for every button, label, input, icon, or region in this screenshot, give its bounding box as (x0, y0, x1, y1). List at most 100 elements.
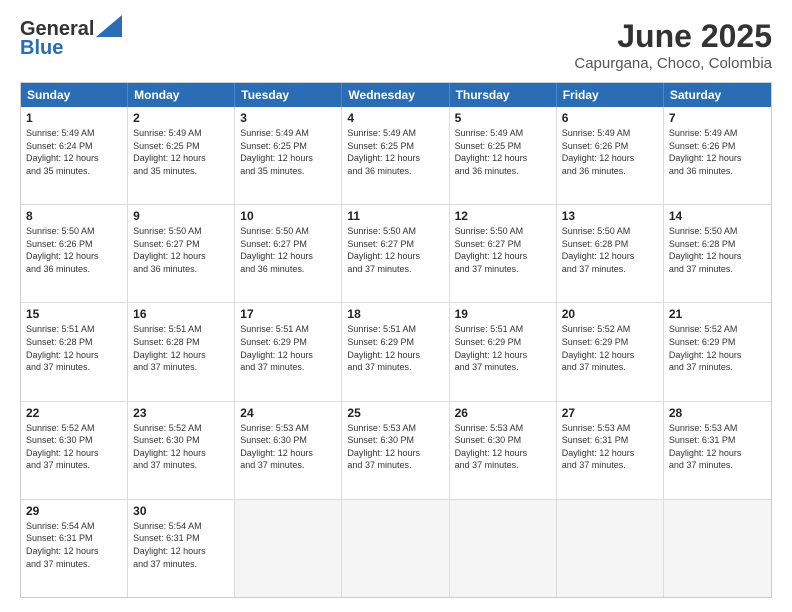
cell-content: Sunrise: 5:49 AMSunset: 6:26 PMDaylight:… (562, 128, 635, 176)
subtitle: Capurgana, Choco, Colombia (574, 55, 772, 72)
cell-content: Sunrise: 5:51 AMSunset: 6:29 PMDaylight:… (455, 324, 528, 372)
calendar-body: 1 Sunrise: 5:49 AMSunset: 6:24 PMDaylight… (21, 107, 771, 597)
day-number: 23 (133, 406, 229, 420)
table-row: 6 Sunrise: 5:49 AMSunset: 6:26 PMDaylight… (557, 107, 664, 204)
table-row: 3 Sunrise: 5:49 AMSunset: 6:25 PMDaylight… (235, 107, 342, 204)
table-row (664, 500, 771, 597)
day-number: 16 (133, 307, 229, 321)
cell-content: Sunrise: 5:49 AMSunset: 6:25 PMDaylight:… (347, 128, 420, 176)
table-row: 11 Sunrise: 5:50 AMSunset: 6:27 PMDayligh… (342, 205, 449, 302)
day-number: 14 (669, 209, 766, 223)
page-header: General Blue June 2025 Capurgana, Choco,… (20, 18, 772, 72)
cell-content: Sunrise: 5:52 AMSunset: 6:30 PMDaylight:… (133, 423, 206, 471)
day-number: 15 (26, 307, 122, 321)
cell-content: Sunrise: 5:53 AMSunset: 6:31 PMDaylight:… (669, 423, 742, 471)
table-row: 27Sunrise: 5:53 AMSunset: 6:31 PMDayligh… (557, 402, 664, 499)
cell-content: Sunrise: 5:54 AMSunset: 6:31 PMDaylight:… (133, 521, 206, 569)
day-number: 17 (240, 307, 336, 321)
day-number: 24 (240, 406, 336, 420)
cell-content: Sunrise: 5:50 AMSunset: 6:28 PMDaylight:… (562, 226, 635, 274)
cell-content: Sunrise: 5:50 AMSunset: 6:27 PMDaylight:… (455, 226, 528, 274)
cell-content: Sunrise: 5:50 AMSunset: 6:27 PMDaylight:… (347, 226, 420, 274)
day-number: 1 (26, 111, 122, 125)
day-number: 12 (455, 209, 551, 223)
cell-content: Sunrise: 5:49 AMSunset: 6:24 PMDaylight:… (26, 128, 99, 176)
day-number: 26 (455, 406, 551, 420)
table-row: 5 Sunrise: 5:49 AMSunset: 6:25 PMDaylight… (450, 107, 557, 204)
calendar-page: General Blue June 2025 Capurgana, Choco,… (0, 0, 792, 612)
table-row: 28 Sunrise: 5:53 AMSunset: 6:31 PMDayligh… (664, 402, 771, 499)
cell-content: Sunrise: 5:49 AMSunset: 6:26 PMDaylight:… (669, 128, 742, 176)
table-row: 2 Sunrise: 5:49 AMSunset: 6:25 PMDaylight… (128, 107, 235, 204)
table-row: 4 Sunrise: 5:49 AMSunset: 6:25 PMDaylight… (342, 107, 449, 204)
day-number: 28 (669, 406, 766, 420)
main-title: June 2025 (574, 18, 772, 55)
cell-content: Sunrise: 5:51 AMSunset: 6:29 PMDaylight:… (347, 324, 420, 372)
day-number: 3 (240, 111, 336, 125)
table-row: 9Sunrise: 5:50 AMSunset: 6:27 PMDaylight… (128, 205, 235, 302)
table-row: 22 Sunrise: 5:52 AMSunset: 6:30 PMDayligh… (21, 402, 128, 499)
cell-content: Sunrise: 5:50 AMSunset: 6:26 PMDaylight:… (26, 226, 99, 274)
table-row: 16 Sunrise: 5:51 AMSunset: 6:28 PMDayligh… (128, 303, 235, 400)
table-row: 1 Sunrise: 5:49 AMSunset: 6:24 PMDaylight… (21, 107, 128, 204)
day-number: 25 (347, 406, 443, 420)
day-number: 7 (669, 111, 766, 125)
table-row: 30 Sunrise: 5:54 AMSunset: 6:31 PMDayligh… (128, 500, 235, 597)
table-row: 7 Sunrise: 5:49 AMSunset: 6:26 PMDaylight… (664, 107, 771, 204)
cell-content: Sunrise: 5:54 AMSunset: 6:31 PMDaylight:… (26, 521, 99, 569)
table-row (235, 500, 342, 597)
table-row: 21Sunrise: 5:52 AMSunset: 6:29 PMDayligh… (664, 303, 771, 400)
cell-content: Sunrise: 5:53 AMSunset: 6:30 PMDaylight:… (455, 423, 528, 471)
logo-icon (96, 15, 122, 37)
table-row (450, 500, 557, 597)
cell-content: Sunrise: 5:49 AMSunset: 6:25 PMDaylight:… (455, 128, 528, 176)
day-number: 4 (347, 111, 443, 125)
calendar: Sunday Monday Tuesday Wednesday Thursday… (20, 82, 772, 598)
table-row: 15 Sunrise: 5:51 AMSunset: 6:28 PMDayligh… (21, 303, 128, 400)
day-number: 19 (455, 307, 551, 321)
day-number: 22 (26, 406, 122, 420)
day-number: 13 (562, 209, 658, 223)
day-number: 29 (26, 504, 122, 518)
day-number: 2 (133, 111, 229, 125)
header-wednesday: Wednesday (342, 83, 449, 107)
table-row: 26 Sunrise: 5:53 AMSunset: 6:30 PMDayligh… (450, 402, 557, 499)
day-number: 30 (133, 504, 229, 518)
header-saturday: Saturday (664, 83, 771, 107)
cell-content: Sunrise: 5:50 AMSunset: 6:28 PMDaylight:… (669, 226, 742, 274)
day-number: 5 (455, 111, 551, 125)
table-row (342, 500, 449, 597)
table-row: 29 Sunrise: 5:54 AMSunset: 6:31 PMDayligh… (21, 500, 128, 597)
cell-content: Sunrise: 5:51 AMSunset: 6:28 PMDaylight:… (26, 324, 99, 372)
logo: General Blue (20, 18, 122, 60)
table-row: 19 Sunrise: 5:51 AMSunset: 6:29 PMDayligh… (450, 303, 557, 400)
header-friday: Friday (557, 83, 664, 107)
day-number: 20 (562, 307, 658, 321)
day-number: 10 (240, 209, 336, 223)
table-row: 12 Sunrise: 5:50 AMSunset: 6:27 PMDayligh… (450, 205, 557, 302)
cell-content: Sunrise: 5:49 AMSunset: 6:25 PMDaylight:… (240, 128, 313, 176)
calendar-week-3: 15 Sunrise: 5:51 AMSunset: 6:28 PMDayligh… (21, 302, 771, 400)
day-number: 9 (133, 209, 229, 223)
day-number: 11 (347, 209, 443, 223)
table-row: 8Sunrise: 5:50 AMSunset: 6:26 PMDaylight… (21, 205, 128, 302)
table-row: 13 Sunrise: 5:50 AMSunset: 6:28 PMDayligh… (557, 205, 664, 302)
calendar-week-2: 8Sunrise: 5:50 AMSunset: 6:26 PMDaylight… (21, 204, 771, 302)
table-row: 18Sunrise: 5:51 AMSunset: 6:29 PMDayligh… (342, 303, 449, 400)
table-row: 25Sunrise: 5:53 AMSunset: 6:30 PMDayligh… (342, 402, 449, 499)
calendar-week-5: 29 Sunrise: 5:54 AMSunset: 6:31 PMDayligh… (21, 499, 771, 597)
cell-content: Sunrise: 5:52 AMSunset: 6:30 PMDaylight:… (26, 423, 99, 471)
day-number: 27 (562, 406, 658, 420)
header-thursday: Thursday (450, 83, 557, 107)
day-number: 6 (562, 111, 658, 125)
header-monday: Monday (128, 83, 235, 107)
table-row: 10 Sunrise: 5:50 AMSunset: 6:27 PMDayligh… (235, 205, 342, 302)
header-tuesday: Tuesday (235, 83, 342, 107)
cell-content: Sunrise: 5:50 AMSunset: 6:27 PMDaylight:… (240, 226, 313, 274)
cell-content: Sunrise: 5:52 AMSunset: 6:29 PMDaylight:… (562, 324, 635, 372)
table-row: 20 Sunrise: 5:52 AMSunset: 6:29 PMDayligh… (557, 303, 664, 400)
cell-content: Sunrise: 5:51 AMSunset: 6:29 PMDaylight:… (240, 324, 313, 372)
calendar-header: Sunday Monday Tuesday Wednesday Thursday… (21, 83, 771, 107)
cell-content: Sunrise: 5:49 AMSunset: 6:25 PMDaylight:… (133, 128, 206, 176)
cell-content: Sunrise: 5:51 AMSunset: 6:28 PMDaylight:… (133, 324, 206, 372)
